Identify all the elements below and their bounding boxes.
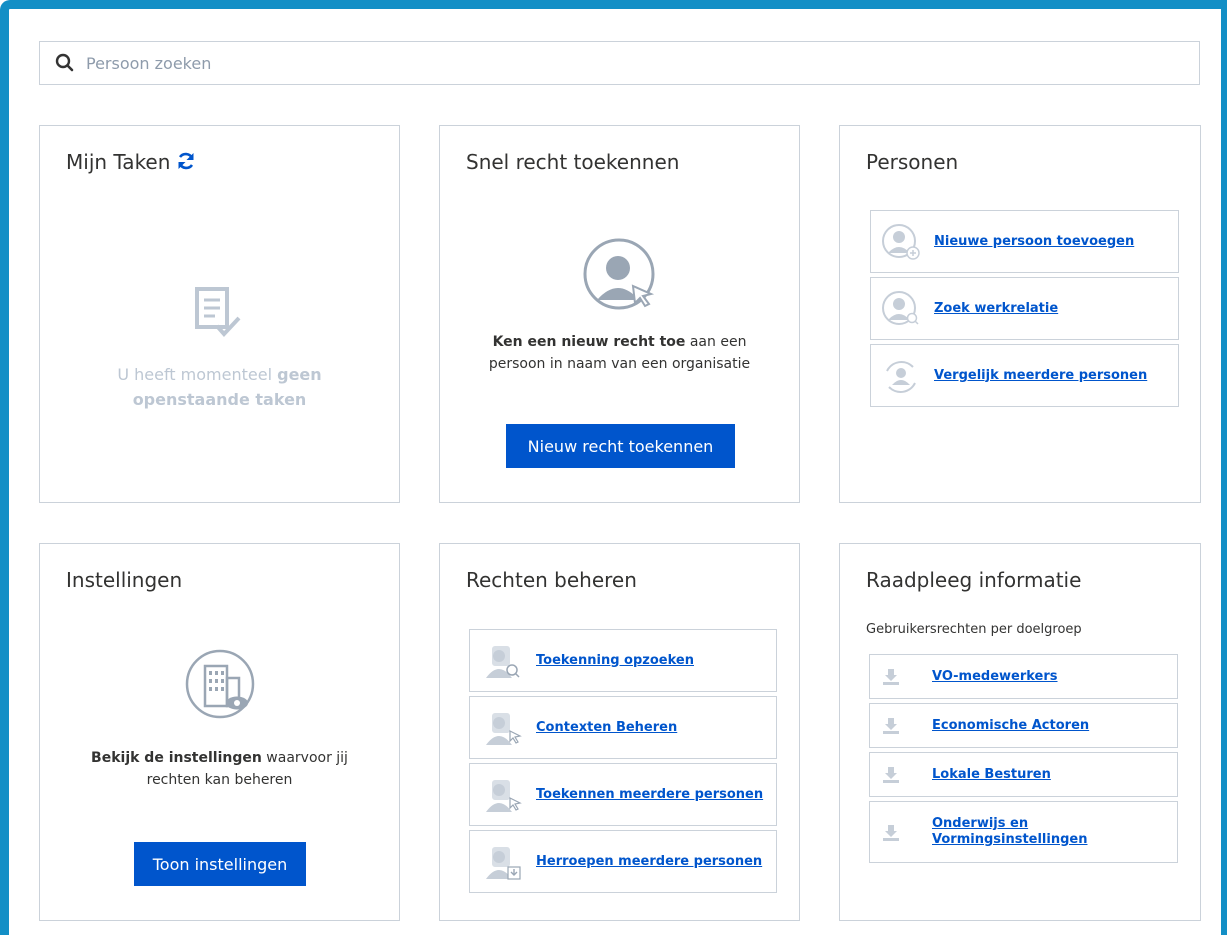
person-search-icon: [482, 644, 522, 684]
tasks-empty-icon: [193, 286, 243, 346]
rights-item-contexts-link[interactable]: Contexten Beheren: [536, 720, 677, 736]
info-item-economic[interactable]: Economische Actoren: [869, 703, 1178, 748]
persons-item-add[interactable]: Nieuwe persoon toevoegen: [870, 210, 1179, 273]
search-input[interactable]: [84, 52, 1168, 74]
person-download-icon: [482, 845, 522, 885]
person-search-icon: [881, 290, 921, 332]
info-item-vo-link[interactable]: VO-medewerkers: [932, 669, 1058, 685]
info-item-education-line1: Onderwijs en: [932, 816, 1029, 831]
info-item-education-line2: Vormingsinstellingen: [932, 832, 1088, 847]
rights-item-grant-multiple[interactable]: Toekennen meerdere personen: [469, 763, 777, 826]
settings-card: Instellingen Bekijk de instellingen waar…: [39, 543, 400, 921]
person-cursor-icon: [482, 711, 522, 751]
person-cursor-icon: [482, 778, 522, 818]
person-add-icon: [881, 223, 921, 265]
download-icon: [882, 668, 900, 690]
tasks-title: Mijn Taken: [66, 150, 196, 176]
building-eye-icon: [183, 648, 259, 728]
info-item-vo[interactable]: VO-medewerkers: [869, 654, 1178, 699]
show-settings-button[interactable]: Toon instellingen: [134, 842, 306, 886]
tasks-card: Mijn Taken U heeft momenteel geen openst…: [39, 125, 400, 503]
tasks-empty-prefix: U heeft momenteel: [117, 365, 278, 384]
search-icon: [54, 52, 76, 74]
persons-card: Personen Nieuwe persoon toevoegen Zoek w…: [839, 125, 1201, 503]
persons-item-compare-link[interactable]: Vergelijk meerdere personen: [934, 368, 1147, 384]
tasks-empty-bold-2: openstaande taken: [132, 390, 307, 409]
settings-desc-rest-1: waarvoor jij: [261, 750, 348, 766]
persons-item-add-link[interactable]: Nieuwe persoon toevoegen: [934, 234, 1134, 250]
info-subtitle: Gebruikersrechten per doelgroep: [866, 622, 1082, 637]
info-item-economic-link[interactable]: Economische Actoren: [932, 718, 1089, 734]
quick-grant-desc: Ken een nieuw recht toe aan een persoon …: [440, 331, 799, 375]
info-item-education-link[interactable]: Onderwijs en Vormingsinstellingen: [932, 816, 1087, 848]
person-cursor-illustration-icon: [583, 238, 659, 318]
settings-desc: Bekijk de instellingen waarvoor jij rech…: [40, 747, 399, 791]
search-bar[interactable]: [39, 41, 1200, 85]
persons-item-search[interactable]: Zoek werkrelatie: [870, 277, 1179, 340]
info-item-local-link[interactable]: Lokale Besturen: [932, 767, 1051, 783]
rights-card: Rechten beheren Toekenning opzoeken Cont…: [439, 543, 800, 921]
tasks-empty-text: U heeft momenteel geen openstaande taken: [40, 362, 399, 412]
persons-title: Personen: [866, 150, 959, 174]
quick-grant-desc-rest-2: persoon in naam van een organisatie: [488, 356, 751, 372]
info-item-education[interactable]: Onderwijs en Vormingsinstellingen: [869, 801, 1178, 863]
new-grant-button[interactable]: Nieuw recht toekennen: [506, 424, 735, 468]
persons-item-compare[interactable]: Vergelijk meerdere personen: [870, 344, 1179, 407]
info-title: Raadpleeg informatie: [866, 568, 1082, 592]
settings-desc-rest-2: rechten kan beheren: [146, 772, 293, 788]
info-item-local[interactable]: Lokale Besturen: [869, 752, 1178, 797]
settings-desc-bold: Bekijk de instellingen: [91, 750, 262, 766]
quick-grant-desc-rest-1: aan een: [685, 334, 747, 350]
download-icon: [882, 766, 900, 788]
rights-item-lookup-link[interactable]: Toekenning opzoeken: [536, 653, 694, 669]
tasks-title-text: Mijn Taken: [66, 150, 171, 174]
download-icon: [882, 717, 900, 739]
settings-title: Instellingen: [66, 568, 183, 592]
rights-item-revoke-multiple[interactable]: Herroepen meerdere personen: [469, 830, 777, 893]
quick-grant-title: Snel recht toekennen: [466, 150, 680, 174]
refresh-icon[interactable]: [176, 151, 196, 176]
persons-item-search-link[interactable]: Zoek werkrelatie: [934, 301, 1058, 317]
quick-grant-desc-bold: Ken een nieuw recht toe: [492, 334, 686, 350]
person-compare-icon: [881, 357, 921, 401]
rights-item-lookup[interactable]: Toekenning opzoeken: [469, 629, 777, 692]
rights-title: Rechten beheren: [466, 568, 637, 592]
rights-item-contexts[interactable]: Contexten Beheren: [469, 696, 777, 759]
download-icon: [882, 824, 900, 846]
tasks-empty-bold-1: geen: [277, 365, 322, 384]
info-card: Raadpleeg informatie Gebruikersrechten p…: [839, 543, 1201, 921]
rights-item-grant-multiple-link[interactable]: Toekennen meerdere personen: [536, 787, 763, 803]
rights-item-revoke-multiple-link[interactable]: Herroepen meerdere personen: [536, 854, 762, 870]
quick-grant-card: Snel recht toekennen Ken een nieuw recht…: [439, 125, 800, 503]
